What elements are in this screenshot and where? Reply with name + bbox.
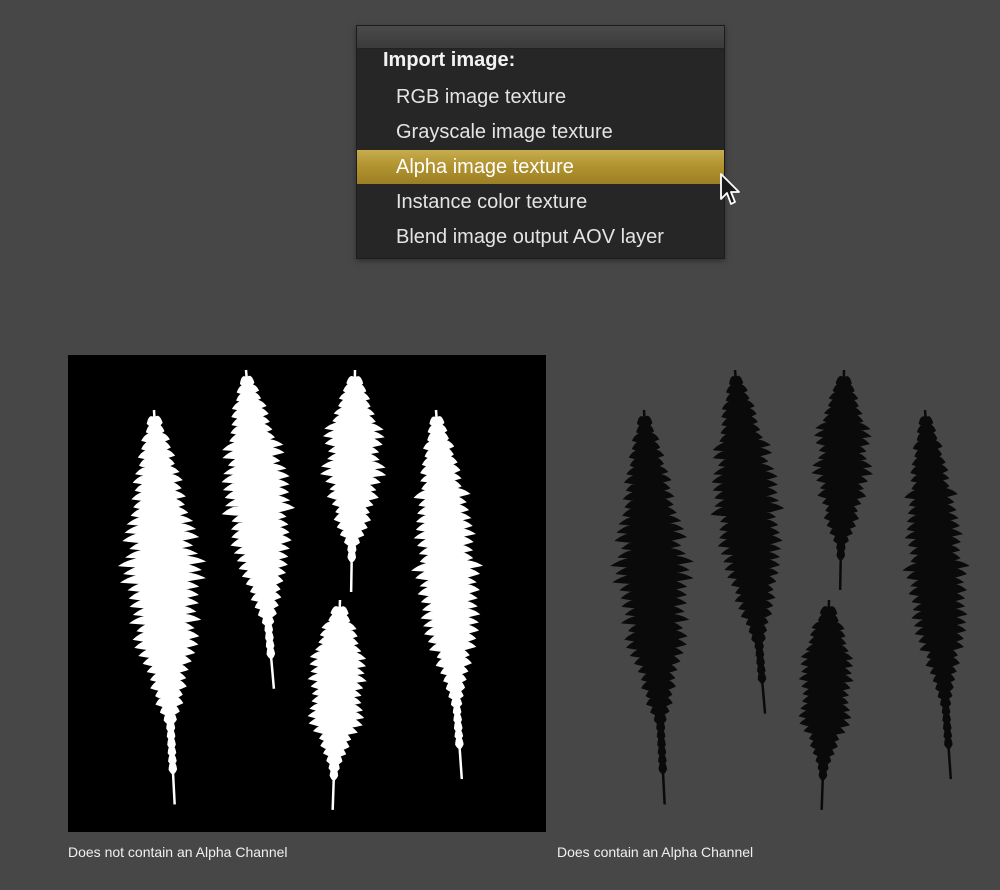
menu-item-blend-image-output-aov-layer[interactable]: Blend image output AOV layer	[357, 220, 724, 254]
fern-frond	[811, 369, 874, 590]
mouse-pointer-icon	[720, 173, 740, 205]
texture-preview-no-alpha	[68, 355, 546, 832]
fern-frond	[411, 409, 484, 780]
menu-item-alpha-image-texture[interactable]: Alpha image texture	[357, 150, 724, 184]
fern-frond	[221, 369, 296, 689]
menu-header: Import image:	[383, 49, 516, 71]
fern-frond	[320, 369, 387, 592]
fern-frond	[307, 599, 367, 810]
menu-item-grayscale-image-texture[interactable]: Grayscale image texture	[357, 115, 724, 149]
fern-frond	[798, 599, 854, 810]
fern-frond	[610, 409, 694, 805]
caption-no-alpha: Does not contain an Alpha Channel	[68, 844, 288, 860]
menu-item-instance-color-texture[interactable]: Instance color texture	[357, 185, 724, 219]
fern-silhouettes	[610, 369, 970, 810]
fern-frond	[902, 409, 970, 780]
import-image-menu: Import image: RGB image texture Grayscal…	[356, 25, 725, 259]
fern-silhouettes	[117, 369, 484, 810]
menu-title-bar	[357, 26, 724, 49]
texture-preview-with-alpha	[557, 355, 977, 832]
fern-frond	[117, 409, 207, 805]
caption-with-alpha: Does contain an Alpha Channel	[557, 844, 754, 860]
fern-frond	[710, 369, 785, 714]
menu-item-rgb-image-texture[interactable]: RGB image texture	[357, 80, 724, 114]
